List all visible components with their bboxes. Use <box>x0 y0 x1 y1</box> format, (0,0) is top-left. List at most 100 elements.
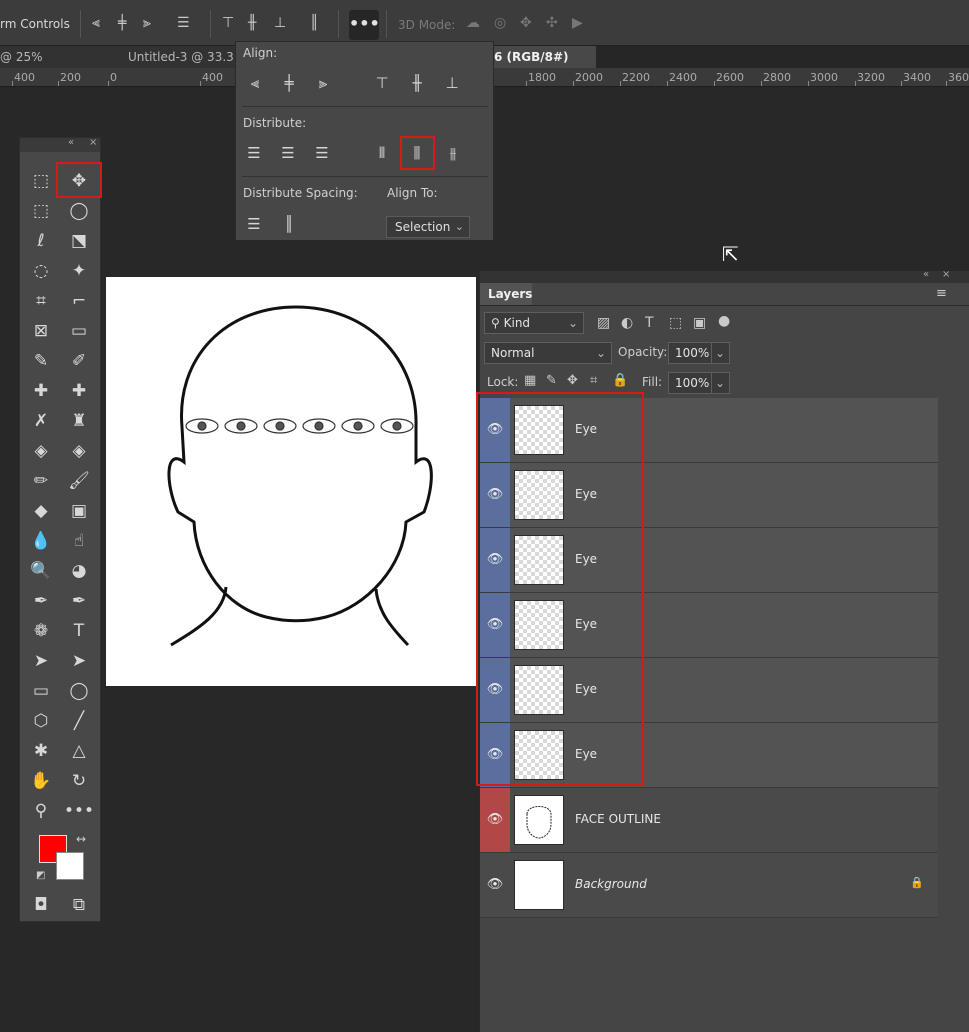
eraser-tool-icon[interactable]: ◈ <box>26 438 56 464</box>
distribute-vertical-spacing-icon[interactable]: ☰ <box>243 213 265 235</box>
distribute-top-icon[interactable]: ☰ <box>243 142 265 164</box>
hand-tool-icon[interactable]: ✋ <box>26 768 56 794</box>
visibility-eye-icon[interactable]: 👁 <box>480 788 510 852</box>
pen-tool-icon[interactable]: ✒ <box>64 588 94 614</box>
edit-toolbar-icon[interactable]: ••• <box>64 798 94 824</box>
document-tab[interactable]: @ 25% (RGB/8#)× <box>0 46 120 86</box>
distribute-right-icon[interactable]: ⫵ <box>442 142 464 164</box>
frame-tool-icon[interactable]: ⊠ <box>26 318 56 344</box>
distribute-horizontal-icon[interactable]: ☰ <box>177 16 190 30</box>
quick-selection-icon[interactable]: ◌ <box>26 258 56 284</box>
triangle-tool-icon[interactable]: △ <box>64 738 94 764</box>
layers-panel-header[interactable]: « × <box>480 269 969 283</box>
default-colors-icon[interactable]: ◩ <box>36 870 45 881</box>
align-bottom-edges-icon[interactable]: ⊥ <box>441 72 463 94</box>
align-vertical-centers-icon[interactable]: ╫ <box>406 72 428 94</box>
filter-smart-object-icon[interactable]: ▣ <box>693 316 706 330</box>
elliptical-marquee-icon[interactable]: ◯ <box>64 198 94 224</box>
lock-transparent-pixels-icon[interactable]: ▦ <box>524 374 536 387</box>
blend-mode-select[interactable]: Normal ⌄ <box>484 342 612 364</box>
distribute-left-icon[interactable]: ⫴ <box>371 142 393 164</box>
align-top-edges-icon[interactable]: ⊤ <box>371 72 393 94</box>
perspective-crop-icon[interactable]: ⌗ <box>26 288 56 314</box>
tools-panel-header[interactable]: « × <box>20 137 100 152</box>
eyedropper-icon[interactable]: ✐ <box>64 348 94 374</box>
custom-shape-icon[interactable]: ✱ <box>26 738 56 764</box>
opacity-input[interactable]: 100% ⌄ <box>668 342 730 364</box>
align-top-edges-icon[interactable]: ⊤ <box>222 16 234 30</box>
clone-stamp-icon[interactable]: ♜ <box>64 408 94 434</box>
brain-icon[interactable]: ❁ <box>26 618 56 644</box>
document-tab-active[interactable]: 6 (RGB/8#) *× <box>486 46 596 86</box>
lasso-tool-icon[interactable]: ℓ <box>26 228 56 254</box>
color-sampler-icon[interactable]: ✎ <box>26 348 56 374</box>
3d-orbit-icon[interactable]: ☁ <box>466 16 480 30</box>
align-horizontal-centers-icon[interactable]: ╪ <box>278 72 300 94</box>
lock-all-icon[interactable]: 🔒 <box>612 374 628 387</box>
align-bottom-edges-icon[interactable]: ⊥ <box>274 16 286 30</box>
direct-selection-icon[interactable]: ➤ <box>26 648 56 674</box>
filter-pixel-icon[interactable]: ▨ <box>597 316 610 330</box>
filter-adjustment-icon[interactable]: ◐ <box>621 316 633 330</box>
lock-image-pixels-icon[interactable]: ✎ <box>546 374 557 387</box>
layer-row[interactable]: 👁 FACE OUTLINE <box>480 788 938 853</box>
type-tool-icon[interactable]: T <box>64 618 94 644</box>
rectangle-tool-icon[interactable]: ▭ <box>26 678 56 704</box>
align-left-edges-icon[interactable]: ⫷ <box>244 72 266 94</box>
document-canvas[interactable] <box>106 277 476 686</box>
3d-pan-icon[interactable]: ✥ <box>520 16 532 30</box>
3d-scale-icon[interactable]: ▶ <box>572 16 583 30</box>
3d-slide-icon[interactable]: ✣ <box>546 16 558 30</box>
rectangular-marquee-icon[interactable]: ⬚ <box>26 198 56 224</box>
artboard-tool-icon[interactable]: ⬚ <box>26 168 56 194</box>
align-left-edges-icon[interactable]: ⫷ <box>92 16 100 30</box>
paint-bucket-icon[interactable]: ◆ <box>26 498 56 524</box>
filter-toggle-icon[interactable]: ● <box>718 314 730 328</box>
align-horizontal-centers-icon[interactable]: ╪ <box>118 16 126 30</box>
sponge-tool-icon[interactable]: ◕ <box>64 558 94 584</box>
filter-shape-icon[interactable]: ⬚ <box>669 316 682 330</box>
tab-layers[interactable]: Layers <box>480 283 532 305</box>
quick-mask-icon[interactable]: ◘ <box>26 892 56 918</box>
polygon-tool-icon[interactable]: ⬡ <box>26 708 56 734</box>
align-to-select[interactable]: Selection ⌄ <box>386 216 470 238</box>
distribute-bottom-icon[interactable]: ☰ <box>311 142 333 164</box>
align-right-edges-icon[interactable]: ⫸ <box>143 16 151 30</box>
swap-colors-icon[interactable]: ↔ <box>76 832 86 846</box>
lock-artboard-icon[interactable]: ⌗ <box>590 374 597 387</box>
panel-menu-icon[interactable]: ≡ <box>936 286 947 301</box>
magic-wand-icon[interactable]: ✦ <box>64 258 94 284</box>
path-selection-icon[interactable]: ➤ <box>64 648 94 674</box>
more-options-button[interactable]: ••• <box>349 10 380 40</box>
align-vertical-centers-icon[interactable]: ╫ <box>248 16 256 30</box>
fill-input[interactable]: 100% ⌄ <box>668 372 730 394</box>
filter-type-icon[interactable]: T <box>645 316 654 330</box>
magic-eraser-icon[interactable]: ◈ <box>64 438 94 464</box>
rotate-view-icon[interactable]: ↻ <box>64 768 94 794</box>
gradient-tool-icon[interactable]: ▣ <box>64 498 94 524</box>
filter-kind-select[interactable]: ⚲ Kind ⌄ <box>484 312 584 334</box>
brush-tool-icon[interactable]: 🖌 <box>64 468 94 494</box>
distribute-vertical-icon[interactable]: ║ <box>310 16 318 30</box>
pencil-tool-icon[interactable]: ✏ <box>26 468 56 494</box>
distribute-vertical-centers-icon[interactable]: ☰ <box>277 142 299 164</box>
blur-tool-icon[interactable]: 💧 <box>26 528 56 554</box>
distribute-horizontal-spacing-icon[interactable]: ║ <box>278 213 300 235</box>
smudge-tool-icon[interactable]: ☝ <box>64 528 94 554</box>
ruler-tool-icon[interactable]: ▭ <box>64 318 94 344</box>
healing-brush-icon[interactable]: ✚ <box>26 378 56 404</box>
content-aware-move-icon[interactable]: ✗ <box>26 408 56 434</box>
background-color-swatch[interactable] <box>56 852 84 880</box>
layer-row[interactable]: 👁 Background 🔒 <box>480 853 938 918</box>
lock-position-icon[interactable]: ✥ <box>567 374 578 387</box>
zoom-tool-icon[interactable]: ⚲ <box>26 798 56 824</box>
crop-tool-icon[interactable]: ⌐ <box>64 288 94 314</box>
align-right-edges-icon[interactable]: ⫸ <box>312 72 334 94</box>
ellipse-tool-icon[interactable]: ◯ <box>64 678 94 704</box>
curvature-pen-icon[interactable]: ✒ <box>26 588 56 614</box>
screen-mode-icon[interactable]: ⧉ <box>64 892 94 918</box>
3d-roll-icon[interactable]: ◎ <box>494 16 506 30</box>
dodge-tool-icon[interactable]: 🔍 <box>26 558 56 584</box>
line-tool-icon[interactable]: ╱ <box>64 708 94 734</box>
spot-healing-icon[interactable]: ✚ <box>64 378 94 404</box>
